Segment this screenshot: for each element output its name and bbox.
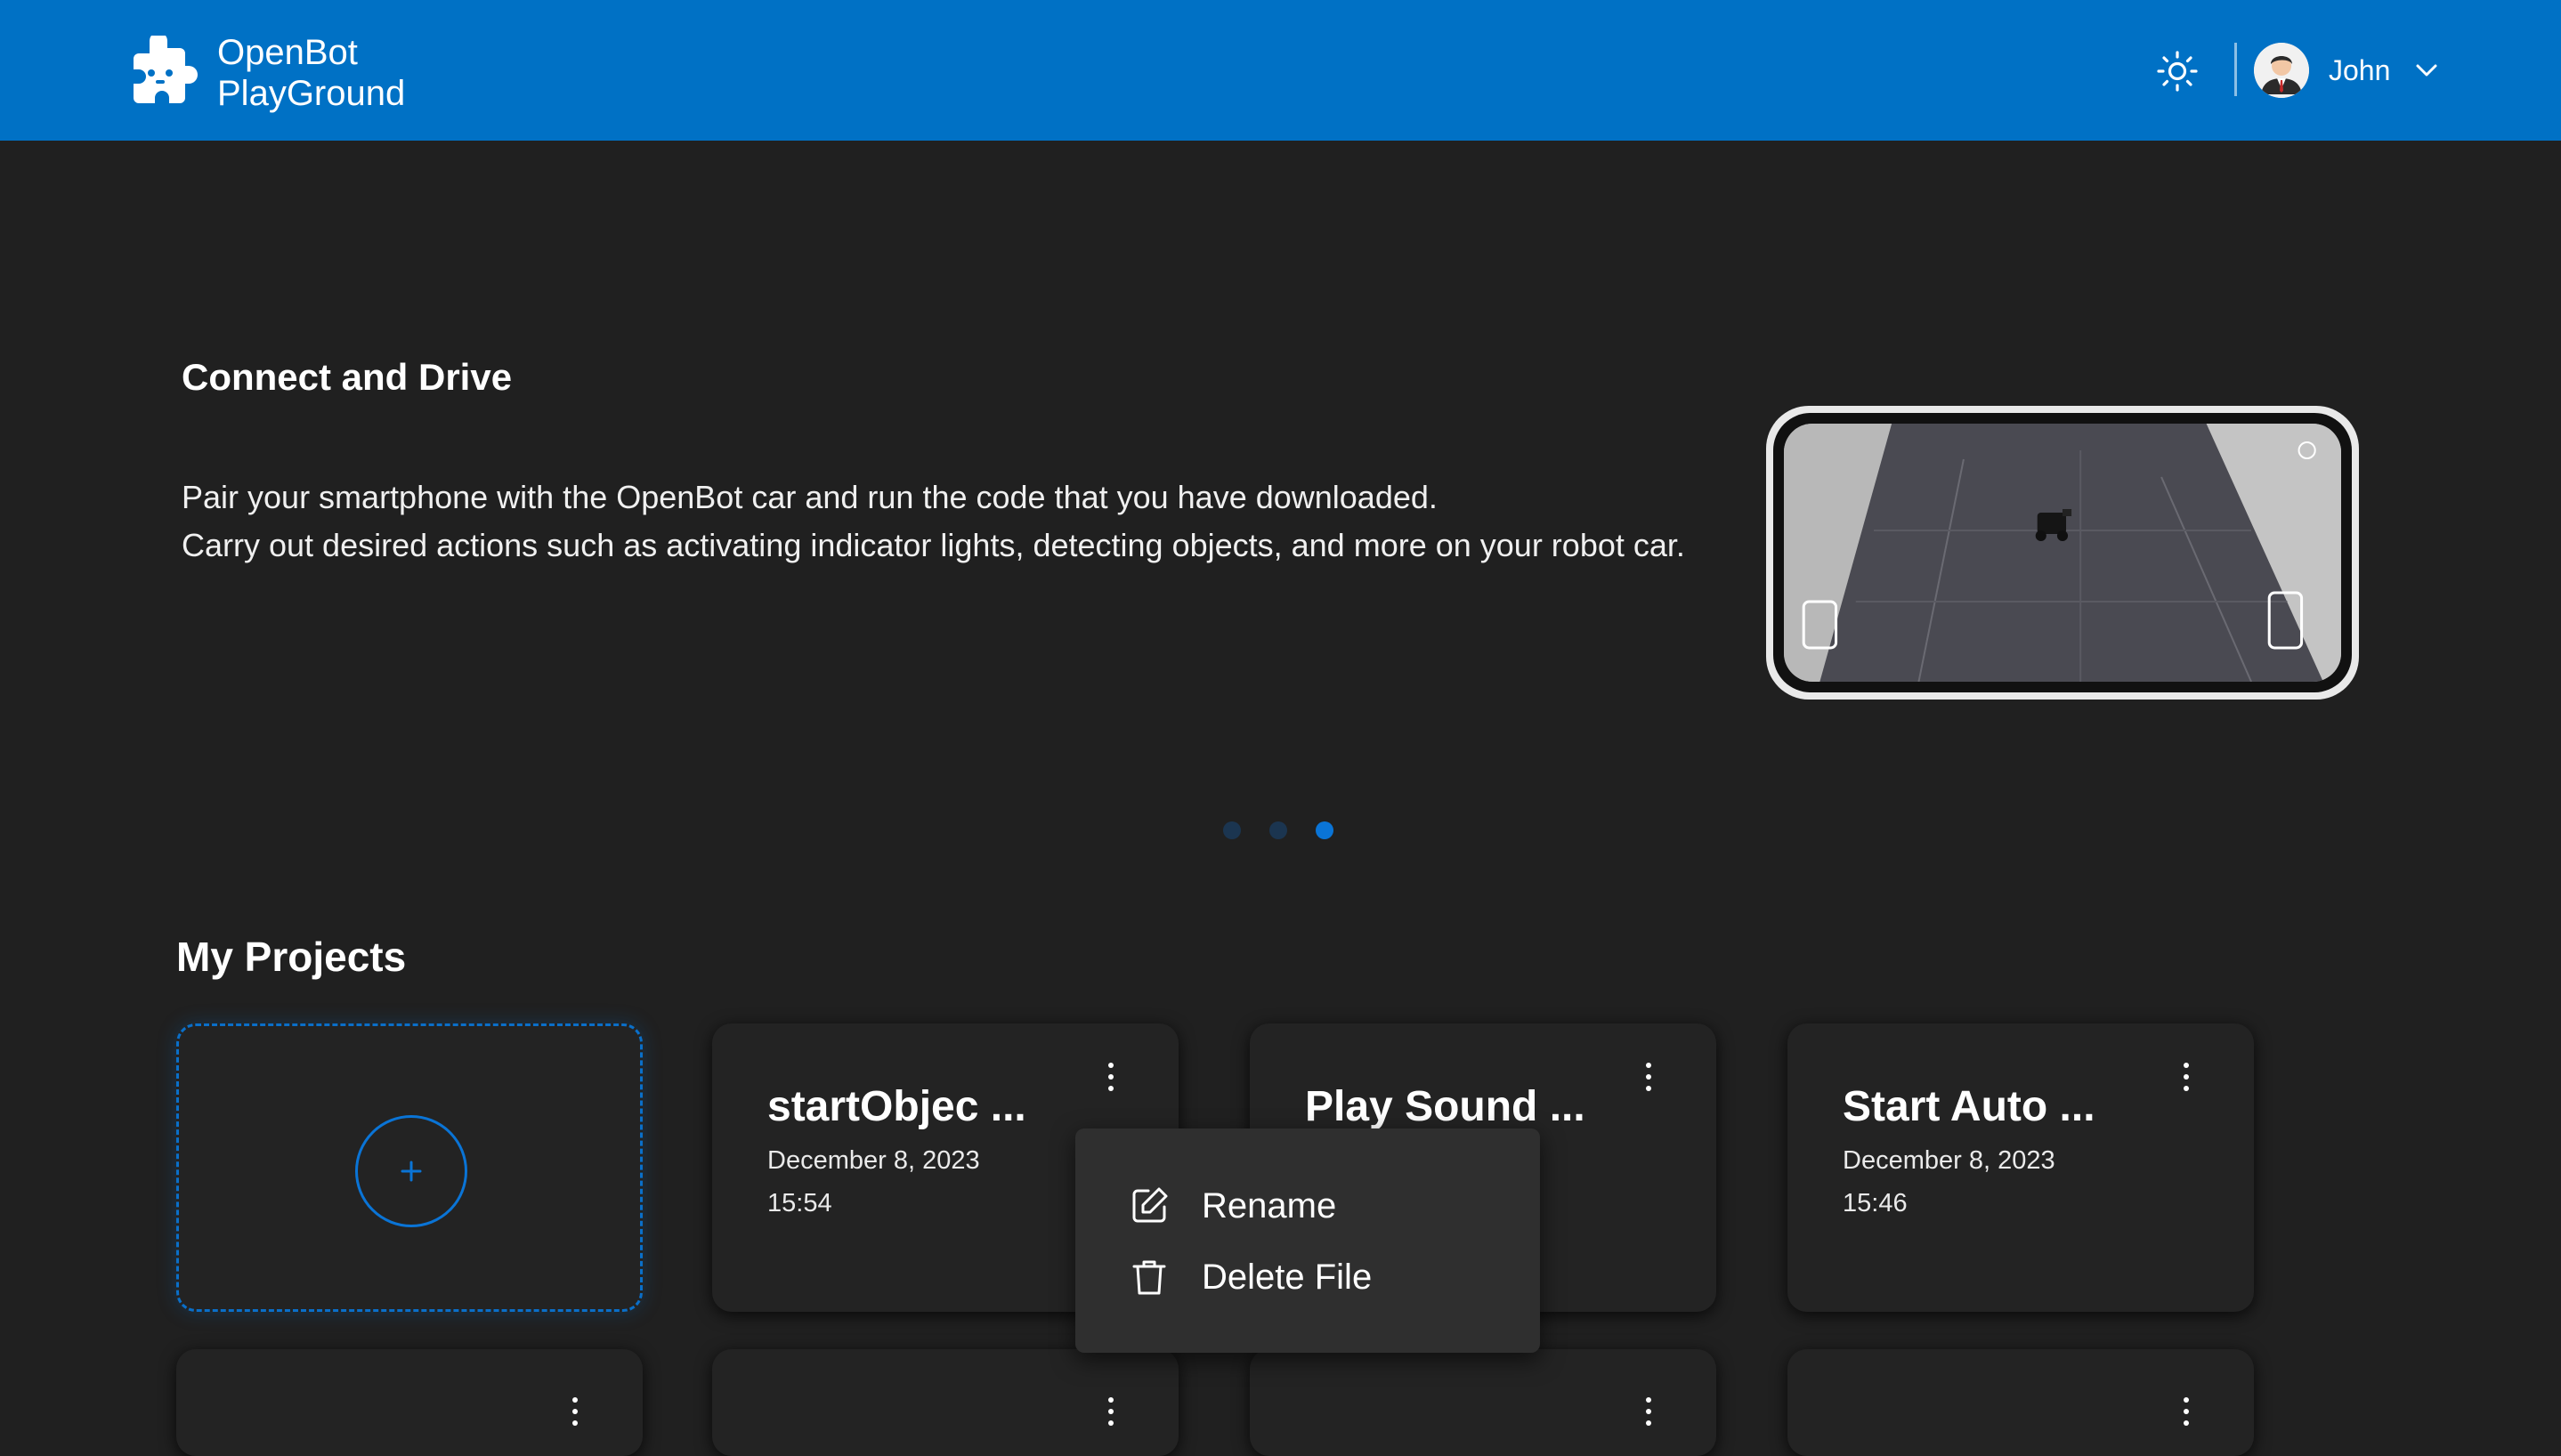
- delete-file-menu-item[interactable]: Delete File: [1129, 1257, 1372, 1298]
- rename-label: Rename: [1202, 1185, 1337, 1225]
- project-card[interactable]: Start Auto ... December 8, 2023 15:46: [1787, 1023, 2254, 1312]
- more-options-icon[interactable]: [2176, 1394, 2197, 1429]
- project-time: 15:54: [767, 1189, 832, 1217]
- project-card[interactable]: [1787, 1349, 2254, 1456]
- top-app-bar: OpenBot PlayGround John: [0, 0, 2561, 141]
- more-options-icon[interactable]: [564, 1394, 586, 1429]
- sun-icon: [2157, 51, 2198, 92]
- project-card[interactable]: [176, 1349, 643, 1456]
- project-title: Play Sound ...: [1305, 1083, 1585, 1130]
- plus-icon: [355, 1115, 467, 1227]
- project-date: December 8, 2023: [767, 1146, 980, 1175]
- chevron-down-icon: [2416, 64, 2437, 77]
- project-title: Start Auto ...: [1843, 1083, 2095, 1130]
- user-avatar-icon: [2254, 43, 2309, 98]
- new-project-button[interactable]: [176, 1023, 643, 1312]
- user-menu-button[interactable]: John: [2254, 41, 2440, 100]
- app-logo[interactable]: OpenBot PlayGround: [130, 32, 405, 114]
- carousel-description-line2: Carry out desired actions such as activa…: [182, 527, 1685, 563]
- edit-icon: [1132, 1187, 1168, 1223]
- project-card[interactable]: [712, 1349, 1179, 1456]
- my-projects-heading: My Projects: [176, 934, 407, 980]
- carousel-slide-description: Pair your smartphone with the OpenBot ca…: [182, 473, 1685, 570]
- carousel-slide-title: Connect and Drive: [182, 356, 513, 398]
- avatar: [2254, 43, 2309, 98]
- more-options-icon[interactable]: [1638, 1059, 1659, 1095]
- puzzle-bot-logo-icon: [134, 36, 198, 103]
- delete-file-label: Delete File: [1202, 1257, 1373, 1297]
- project-date: December 8, 2023: [1843, 1146, 2055, 1175]
- app-name: OpenBot PlayGround: [217, 32, 405, 114]
- more-options-icon[interactable]: [1638, 1394, 1659, 1429]
- app-name-line1: OpenBot: [217, 33, 358, 72]
- more-options-icon[interactable]: [2176, 1059, 2197, 1095]
- rename-menu-item[interactable]: Rename: [1129, 1185, 1336, 1226]
- project-title: startObjec ...: [767, 1083, 1026, 1130]
- trash-icon: [1132, 1260, 1166, 1295]
- more-options-icon[interactable]: [1100, 1394, 1122, 1429]
- more-options-icon[interactable]: [1100, 1059, 1122, 1095]
- project-card[interactable]: [1250, 1349, 1716, 1456]
- project-time: 15:46: [1843, 1189, 1908, 1217]
- carousel-dot-2[interactable]: [1269, 821, 1287, 839]
- carousel-dot-1[interactable]: [1223, 821, 1241, 839]
- phone-illustration: [1766, 406, 2359, 700]
- app-name-line2: PlayGround: [217, 74, 406, 113]
- carousel-description-line1: Pair your smartphone with the OpenBot ca…: [182, 479, 1438, 515]
- theme-toggle-button[interactable]: [2152, 46, 2202, 96]
- project-context-menu: Rename Delete File: [1075, 1128, 1540, 1353]
- carousel-pagination: [1223, 821, 1333, 839]
- carousel-dot-3[interactable]: [1316, 821, 1333, 839]
- header-divider: [2234, 43, 2237, 96]
- user-name: John: [2329, 53, 2391, 86]
- robot-camera-feed-image: [1784, 424, 2341, 682]
